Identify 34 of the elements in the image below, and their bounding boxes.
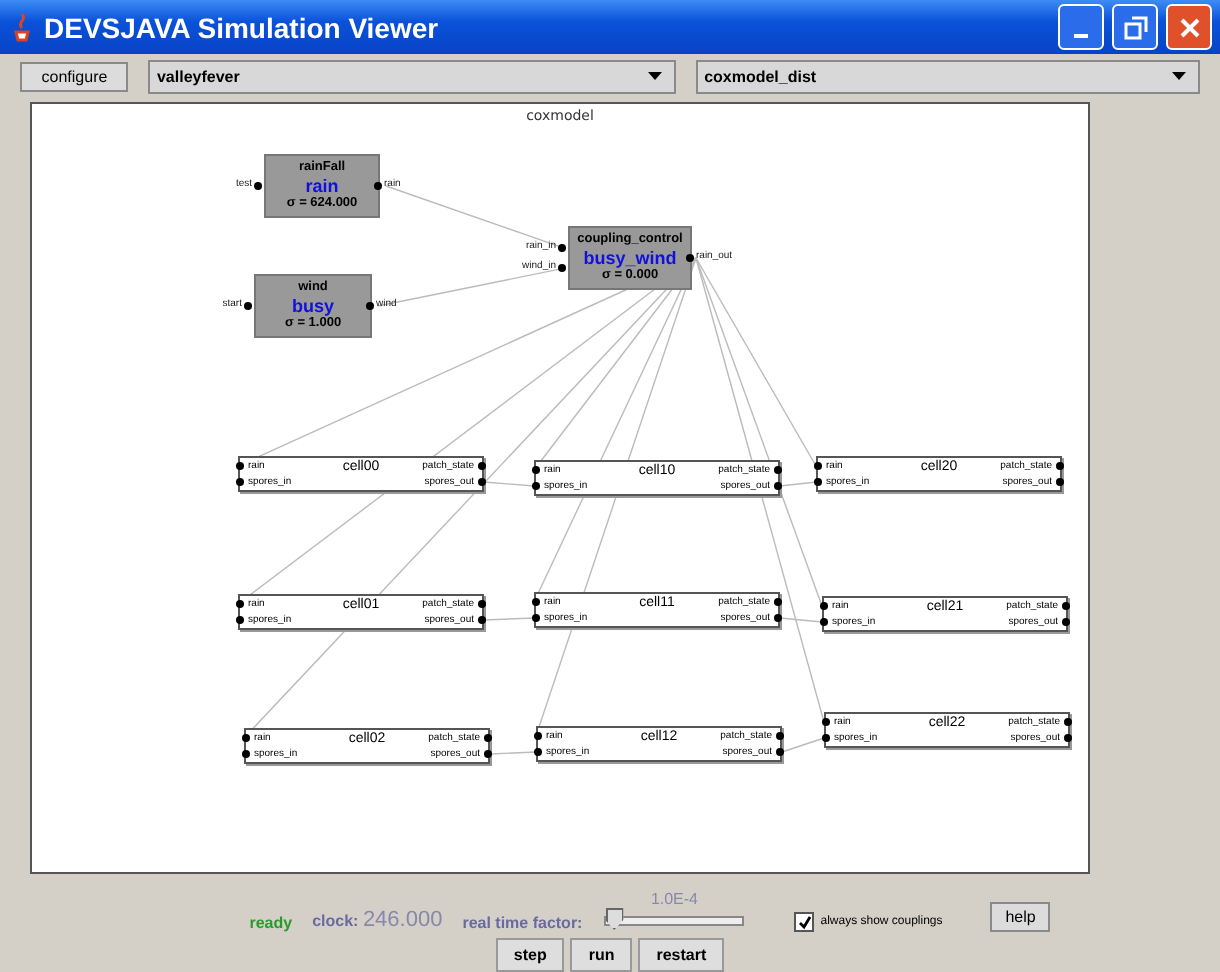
slider-thumb[interactable] — [605, 908, 624, 930]
rtf-value: 1.0E-4 — [650, 890, 699, 908]
clock-label: clock: — [312, 912, 359, 930]
model-phase: rain — [305, 175, 339, 197]
port-icon — [558, 243, 566, 252]
window-title: DEVSJAVA Simulation Viewer — [44, 11, 441, 43]
toolbar-button[interactable]: step — [495, 938, 565, 972]
minimize-icon — [1074, 33, 1088, 37]
help-button[interactable]: help — [990, 902, 1051, 932]
model-phase: busy — [291, 295, 334, 317]
close-icon — [1177, 15, 1201, 39]
rtf-label: real time factor: — [462, 914, 583, 932]
dropdown-arrow-icon — [648, 72, 663, 80]
port-icon — [366, 301, 374, 310]
restore-icon — [1123, 15, 1147, 39]
port-icon — [686, 253, 694, 262]
status-text: ready — [249, 914, 293, 932]
minimize-button[interactable] — [1058, 4, 1104, 50]
port-icon — [374, 181, 382, 190]
toolbar-button[interactable]: restart — [638, 938, 725, 972]
app-icon — [8, 11, 36, 43]
port-icon — [558, 264, 566, 273]
port-icon — [244, 301, 252, 310]
model-phase: busy_wind — [583, 247, 677, 269]
checkbox[interactable] — [794, 912, 815, 932]
port-icon — [254, 181, 262, 190]
close-button[interactable] — [1166, 4, 1212, 50]
toolbar-button[interactable]: run — [570, 938, 633, 972]
clock-value: 246.000 — [362, 908, 443, 932]
model-dropdown[interactable]: coxmodel_dist — [696, 59, 1200, 93]
package-dropdown[interactable]: valleyfever — [148, 59, 677, 93]
configure-button[interactable]: configure — [20, 61, 129, 91]
dropdown-arrow-icon — [1172, 72, 1186, 80]
maximize-button[interactable] — [1112, 4, 1158, 50]
